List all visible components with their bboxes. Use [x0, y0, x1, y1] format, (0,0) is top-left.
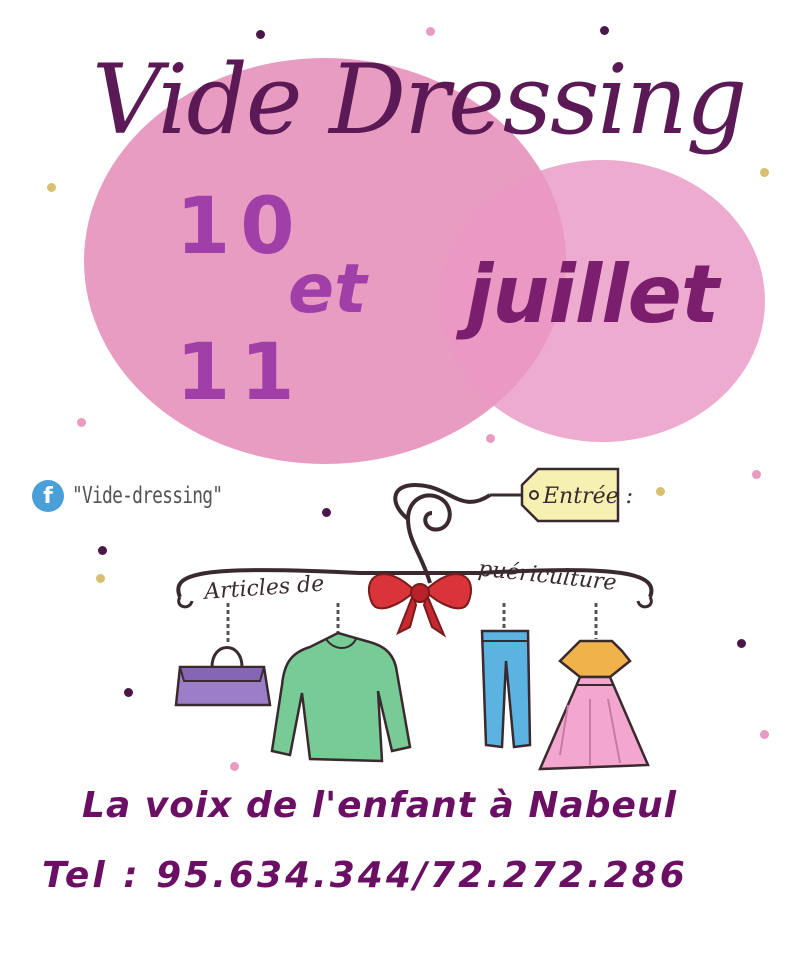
facebook-icon: f	[32, 480, 64, 512]
date-month: juillet	[466, 248, 719, 341]
banner-left-text: Articles de	[202, 572, 325, 605]
poster-title: Vide Dressing	[92, 44, 747, 156]
hanger-hook	[405, 493, 452, 584]
confetti-dot	[600, 26, 609, 35]
confetti-dot	[737, 639, 746, 648]
green-sweater	[270, 631, 412, 763]
confetti-dot	[486, 434, 495, 443]
date-second-day: 11	[176, 328, 305, 418]
confetti-dot	[426, 27, 435, 36]
confetti-dot	[96, 574, 105, 583]
date-conjunction: et	[288, 250, 367, 329]
pink-dress	[538, 639, 650, 771]
confetti-dot	[760, 168, 769, 177]
confetti-dot	[124, 688, 133, 697]
phone-numbers: Tel : 95.634.344/72.272.286	[42, 855, 688, 896]
clothes-hanger-illustration: Entrée : Articles de puériculture	[174, 467, 654, 771]
red-bow	[367, 573, 473, 638]
confetti-dot	[256, 30, 265, 39]
handbag	[174, 646, 272, 707]
tag-label: Entrée :	[542, 484, 633, 509]
blue-jeans	[480, 629, 532, 749]
confetti-dot	[77, 418, 86, 427]
banner-right-text: puériculture	[477, 557, 618, 596]
confetti-dot	[98, 546, 107, 555]
confetti-dot	[760, 730, 769, 739]
confetti-dot	[47, 183, 56, 192]
poster: Vide Dressing 10 et 11 juillet f "Vide-d…	[0, 0, 812, 785]
confetti-dot	[752, 470, 761, 479]
organizer-name: La voix de l'enfant à Nabeul	[82, 785, 677, 826]
date-first-day: 10	[176, 182, 305, 272]
